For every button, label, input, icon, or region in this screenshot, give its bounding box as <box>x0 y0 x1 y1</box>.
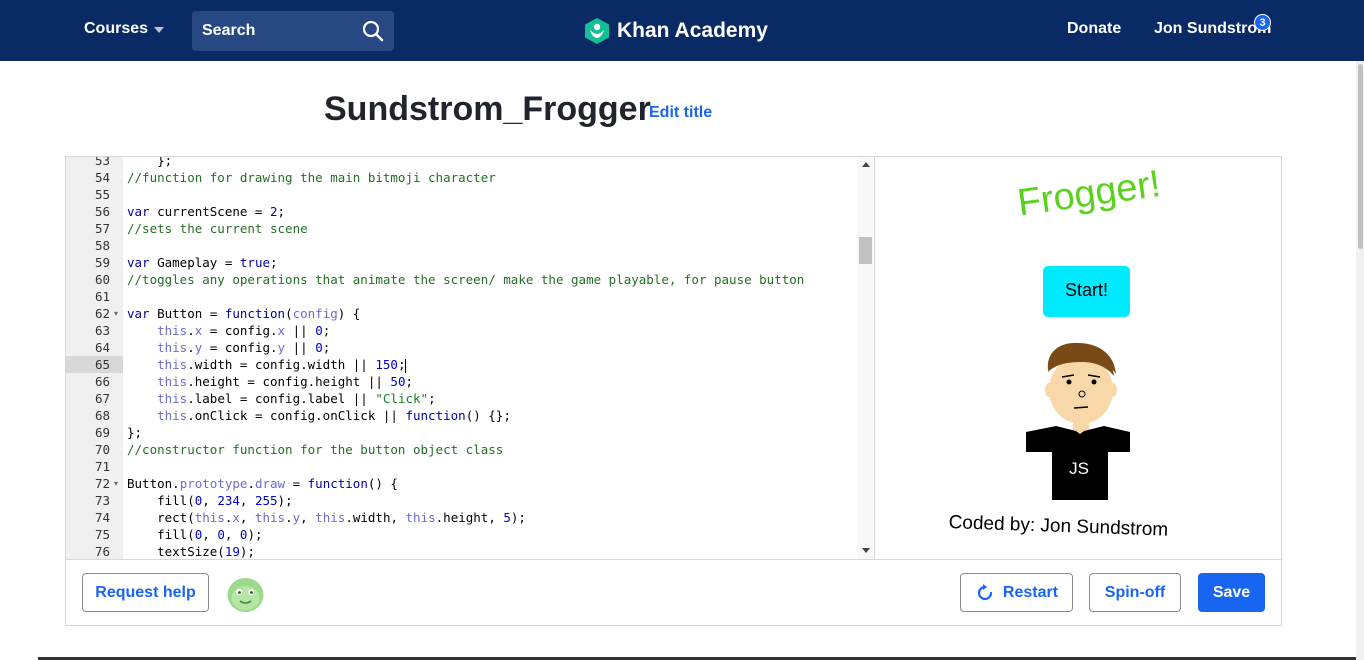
brand-link[interactable]: Khan Academy <box>584 17 768 45</box>
code-line[interactable]: fill(0, 0, 0); <box>127 527 262 542</box>
brand-name: Khan Academy <box>617 19 768 42</box>
khan-leaf-logo-icon <box>585 18 609 44</box>
courses-label: Courses <box>84 20 149 37</box>
fold-arrow-icon[interactable]: ▾ <box>114 309 118 318</box>
line-number: 74 <box>94 510 110 525</box>
search-label: Search <box>202 22 256 39</box>
code-line[interactable]: this.height = config.height || 50; <box>127 374 413 389</box>
spin-off-button[interactable]: Spin-off <box>1089 573 1181 612</box>
request-help-label: Request help <box>95 583 196 601</box>
editor-scrollbar[interactable] <box>857 157 873 559</box>
code-line[interactable]: Button.prototype.draw = function() { <box>127 476 398 491</box>
code-line[interactable]: //toggles any operations that animate th… <box>127 272 804 287</box>
footer-divider <box>66 559 1281 560</box>
oh-noes-monster-icon[interactable] <box>226 576 265 613</box>
code-line[interactable]: this.label = config.label || "Click"; <box>127 391 435 406</box>
line-number: 67 <box>94 391 110 406</box>
code-line[interactable]: rect(this.x, this.y, this.width, this.he… <box>127 510 526 525</box>
line-number: 53 <box>94 157 110 168</box>
search-input[interactable]: Search <box>192 11 394 51</box>
restart-label: Restart <box>1002 583 1059 601</box>
request-help-button[interactable]: Request help <box>82 573 209 612</box>
line-number: 55 <box>94 187 110 202</box>
code-line[interactable]: this.onClick = config.onClick || functio… <box>127 408 511 423</box>
restart-button[interactable]: Restart <box>960 573 1073 612</box>
line-number: 69 <box>94 425 110 440</box>
code-line[interactable]: this.width = config.width || 150; <box>127 357 407 373</box>
fold-arrow-icon[interactable]: ▾ <box>114 479 118 488</box>
edit-title-link[interactable]: Edit title <box>649 104 712 122</box>
line-number: 64 <box>94 340 110 355</box>
search-icon[interactable] <box>362 20 384 42</box>
restart-icon <box>977 583 993 600</box>
code-line[interactable]: var Button = function(config) { <box>127 306 360 321</box>
line-number: 75 <box>94 527 110 542</box>
line-number: 73 <box>94 493 110 508</box>
code-line[interactable]: //constructor function for the button ob… <box>127 442 503 457</box>
line-number: 62 <box>94 306 110 321</box>
line-number: 57 <box>94 221 110 236</box>
code-line[interactable]: }; <box>127 425 142 440</box>
code-line[interactable]: textSize(19); <box>127 544 255 559</box>
line-number: 76 <box>94 544 110 559</box>
line-number: 60 <box>94 272 110 287</box>
line-number: 56 <box>94 204 110 219</box>
code-line[interactable]: //function for drawing the main bitmoji … <box>127 170 496 185</box>
program-title: Sundstrom_Frogger <box>324 90 651 128</box>
line-number: 54 <box>94 170 110 185</box>
line-number: 61 <box>94 289 110 304</box>
scroll-up-arrow-icon[interactable] <box>862 162 870 167</box>
save-label: Save <box>1212 583 1251 601</box>
line-number: 71 <box>94 459 110 474</box>
start-button[interactable]: Start! <box>1043 266 1130 317</box>
scroll-down-arrow-icon[interactable] <box>862 548 870 553</box>
page-scrollbar-thumb[interactable] <box>1358 64 1363 249</box>
line-number: 58 <box>94 238 110 253</box>
code-line[interactable]: fill(0, 234, 255); <box>127 493 293 508</box>
code-line[interactable]: this.x = config.x || 0; <box>127 323 330 338</box>
line-number: 72 <box>94 476 110 491</box>
code-line[interactable]: this.y = config.y || 0; <box>127 340 330 355</box>
code-editor[interactable]: 53 }; 54 //function for drawing the main b… <box>66 157 874 559</box>
code-line[interactable]: var Gameplay = true; <box>127 255 278 270</box>
code-line[interactable]: }; <box>127 157 172 168</box>
bitmoji-character: JS <box>1026 342 1130 500</box>
shirt-text: JS <box>1069 459 1089 478</box>
line-number: 68 <box>94 408 110 423</box>
code-line[interactable]: var currentScene = 2; <box>127 204 285 219</box>
line-number: 59 <box>94 255 110 270</box>
spin-off-label: Spin-off <box>1104 583 1166 601</box>
line-number: 66 <box>94 374 110 389</box>
line-number: 63 <box>94 323 110 338</box>
notification-badge[interactable]: 3 <box>1254 14 1271 31</box>
editor-scrollbar-thumb[interactable] <box>859 237 872 264</box>
courses-menu[interactable]: Courses <box>84 20 165 38</box>
chevron-down-icon <box>154 27 165 33</box>
code-line[interactable]: //sets the current scene <box>127 221 308 236</box>
donate-link[interactable]: Donate <box>1067 20 1121 38</box>
line-number: 70 <box>94 442 110 457</box>
save-button[interactable]: Save <box>1198 573 1265 612</box>
line-number: 65 <box>94 357 110 372</box>
